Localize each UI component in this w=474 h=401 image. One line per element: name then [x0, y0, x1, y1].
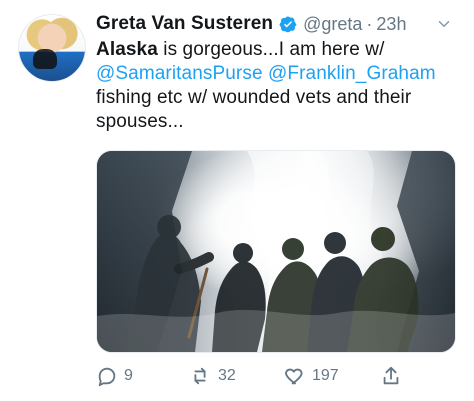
avatar-dog — [33, 49, 57, 69]
tweet-time[interactable]: 23h — [376, 14, 406, 35]
reply-icon — [96, 365, 118, 387]
tweet-photo[interactable] — [96, 150, 456, 353]
tweet-actions: 9 32 197 — [96, 364, 456, 388]
author-name[interactable]: Greta Van Susteren — [96, 13, 273, 35]
tweet-photo-scene — [97, 151, 455, 352]
mention-samaritanspurse[interactable]: @SamaritansPurse — [96, 63, 263, 84]
verified-badge-icon — [279, 15, 297, 33]
avatar[interactable] — [18, 14, 86, 82]
tweet-text-bold-word: Alaska — [96, 39, 158, 60]
tweet-text-line1-rest: is gorgeous...I am here w/ — [157, 39, 385, 60]
retweet-count: 32 — [218, 367, 236, 384]
like-count: 197 — [312, 367, 339, 384]
retweet-button[interactable]: 32 — [188, 364, 236, 388]
tweet-text: Alaska is gorgeous...I am here w/ @Samar… — [96, 38, 456, 134]
retweet-icon — [188, 365, 212, 387]
tweet-card[interactable]: Greta Van Susteren @greta · 23h Alaska i… — [0, 0, 474, 401]
chevron-down-icon[interactable] — [434, 14, 454, 34]
reply-count: 9 — [124, 367, 133, 384]
share-button[interactable] — [380, 364, 402, 388]
like-button[interactable]: 197 — [284, 364, 339, 388]
heart-icon — [284, 365, 306, 387]
tweet-header: Greta Van Susteren @greta · 23h — [96, 12, 454, 36]
author-handle[interactable]: @greta — [303, 14, 362, 35]
share-icon — [380, 365, 402, 387]
reply-button[interactable]: 9 — [96, 364, 133, 388]
mention-franklin-graham[interactable]: @Franklin_Graham — [268, 63, 436, 84]
meta-separator: · — [366, 13, 373, 34]
tweet-text-rest: fishing etc w/ wounded vets and their sp… — [96, 87, 412, 132]
